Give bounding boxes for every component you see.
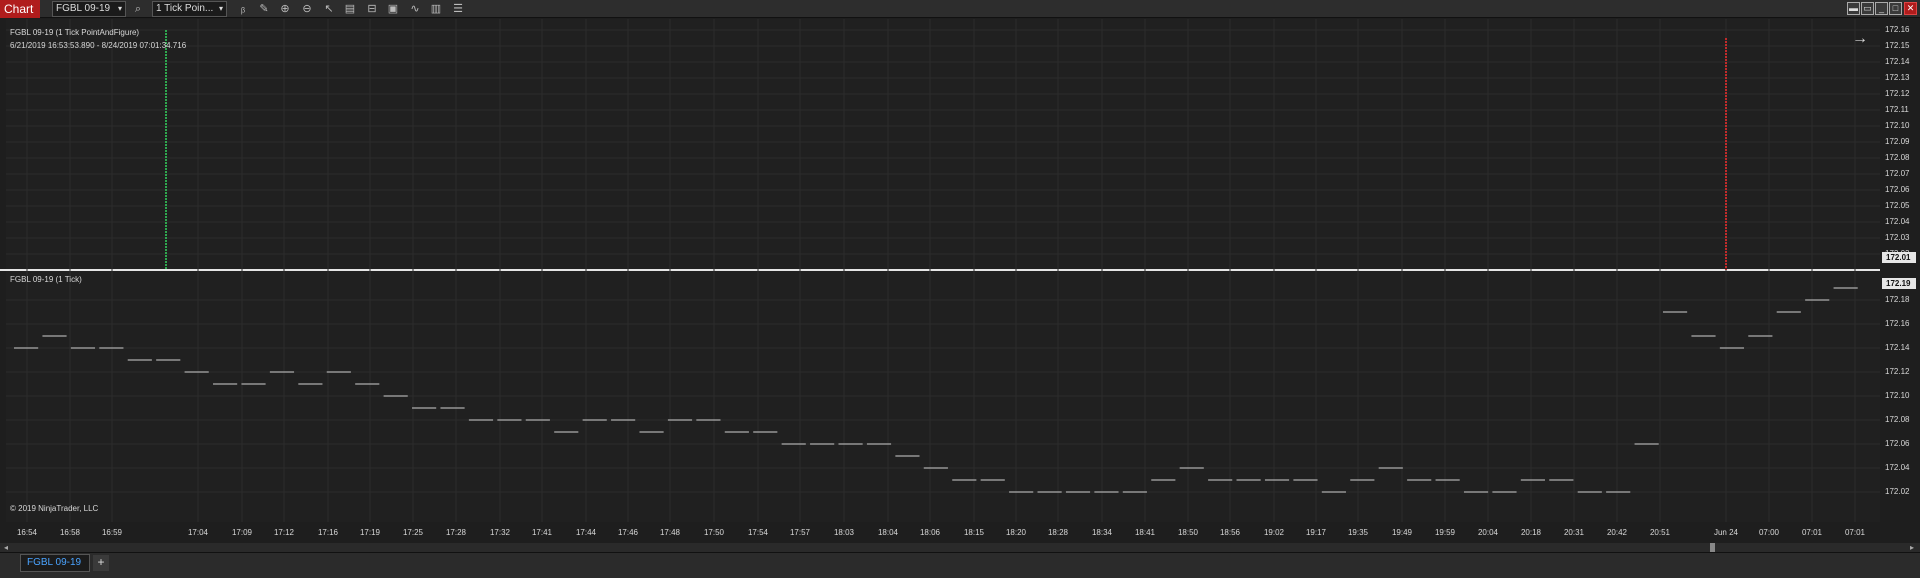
y-tick-label: 172.03 <box>1885 233 1910 242</box>
y-tick-label: 172.15 <box>1885 41 1910 50</box>
x-tick-label: 18:50 <box>1177 528 1199 537</box>
upper-panel-range: 6/21/2019 16:53:53.890 - 8/24/2019 07:01… <box>10 41 187 50</box>
x-tick-label: 19:35 <box>1347 528 1369 537</box>
y-tick-label: 172.02 <box>1885 487 1910 496</box>
upper-price-tag: 172.01 <box>1882 252 1916 263</box>
x-tick-label: 18:41 <box>1134 528 1156 537</box>
x-tick-label: 19:59 <box>1434 528 1456 537</box>
x-tick-label: 17:04 <box>187 528 209 537</box>
y-tick-label: 172.04 <box>1885 463 1910 472</box>
x-tick-label: 18:34 <box>1091 528 1113 537</box>
scroll-left-icon[interactable]: ◂ <box>4 543 8 552</box>
y-tick-label: 172.04 <box>1885 217 1910 226</box>
x-tick-label: 17:46 <box>617 528 639 537</box>
x-tick-label: 17:19 <box>359 528 381 537</box>
copyright-text: © 2019 NinjaTrader, LLC <box>10 504 99 513</box>
x-tick-label: 17:48 <box>659 528 681 537</box>
x-tick-label: 17:41 <box>531 528 553 537</box>
x-tick-label: 19:49 <box>1391 528 1413 537</box>
y-tick-label: 172.09 <box>1885 137 1910 146</box>
x-tick-label: 07:01 <box>1801 528 1823 537</box>
x-tick-label: 17:50 <box>703 528 725 537</box>
x-tick-label: 18:15 <box>963 528 985 537</box>
y-tick-label: 172.08 <box>1885 415 1910 424</box>
x-tick-label: 18:04 <box>877 528 899 537</box>
x-tick-label: 07:01 <box>1844 528 1866 537</box>
x-tick-label: 18:06 <box>919 528 941 537</box>
x-tick-label: 20:04 <box>1477 528 1499 537</box>
x-tick-label: 16:58 <box>59 528 81 537</box>
x-tick-label: 18:20 <box>1005 528 1027 537</box>
x-tick-label: 17:25 <box>402 528 424 537</box>
x-tick-label: 17:16 <box>317 528 339 537</box>
x-tick-label: 16:54 <box>16 528 38 537</box>
y-tick-label: 172.10 <box>1885 121 1910 130</box>
x-tick-label: 17:09 <box>231 528 253 537</box>
y-tick-label: 172.12 <box>1885 89 1910 98</box>
x-tick-label: 16:59 <box>101 528 123 537</box>
tab-fgbl[interactable]: FGBL 09-19 <box>20 554 90 572</box>
x-tick-label: 19:17 <box>1305 528 1327 537</box>
y-tick-label: 172.16 <box>1885 25 1910 34</box>
x-tick-label: 20:51 <box>1649 528 1671 537</box>
x-tick-label: 17:12 <box>273 528 295 537</box>
y-tick-label: 172.12 <box>1885 367 1910 376</box>
x-tick-label: 17:44 <box>575 528 597 537</box>
y-tick-label: 172.16 <box>1885 319 1910 328</box>
y-tick-label: 172.07 <box>1885 169 1910 178</box>
y-tick-label: 172.08 <box>1885 153 1910 162</box>
x-tick-label: 18:03 <box>833 528 855 537</box>
y-tick-label: 172.10 <box>1885 391 1910 400</box>
y-tick-label: 172.18 <box>1885 295 1910 304</box>
lower-price-tag: 172.19 <box>1882 278 1916 289</box>
x-tick-label: 18:56 <box>1219 528 1241 537</box>
x-tick-label: 20:42 <box>1606 528 1628 537</box>
y-tick-label: 172.11 <box>1885 105 1909 114</box>
y-tick-label: 172.14 <box>1885 343 1910 352</box>
x-tick-label: 19:02 <box>1263 528 1285 537</box>
horizontal-scrollbar[interactable]: ◂ ▸ <box>0 543 1920 552</box>
x-tick-label: 17:28 <box>445 528 467 537</box>
upper-panel-label: FGBL 09-19 (1 Tick PointAndFigure) <box>10 28 140 37</box>
x-tick-label: 17:54 <box>747 528 769 537</box>
x-tick-label: Jun 24 <box>1713 528 1739 537</box>
lower-panel-label: FGBL 09-19 (1 Tick) <box>10 275 82 284</box>
y-tick-label: 172.14 <box>1885 57 1910 66</box>
y-tick-label: 172.13 <box>1885 73 1910 82</box>
arrow-right-icon[interactable]: → <box>1852 30 1868 48</box>
scroll-right-icon[interactable]: ▸ <box>1910 543 1914 552</box>
x-tick-label: 18:28 <box>1047 528 1069 537</box>
x-tick-label: 20:31 <box>1563 528 1585 537</box>
add-tab-button[interactable]: + <box>93 555 109 571</box>
x-tick-label: 07:00 <box>1758 528 1780 537</box>
y-tick-label: 172.06 <box>1885 185 1910 194</box>
y-tick-label: 172.05 <box>1885 201 1910 210</box>
scroll-thumb[interactable] <box>1710 543 1715 552</box>
x-tick-label: 17:32 <box>489 528 511 537</box>
x-tick-label: 17:57 <box>789 528 811 537</box>
x-tick-label: 20:18 <box>1520 528 1542 537</box>
y-tick-label: 172.06 <box>1885 439 1910 448</box>
chart-canvas <box>6 19 1880 522</box>
tab-bar <box>0 552 1920 578</box>
